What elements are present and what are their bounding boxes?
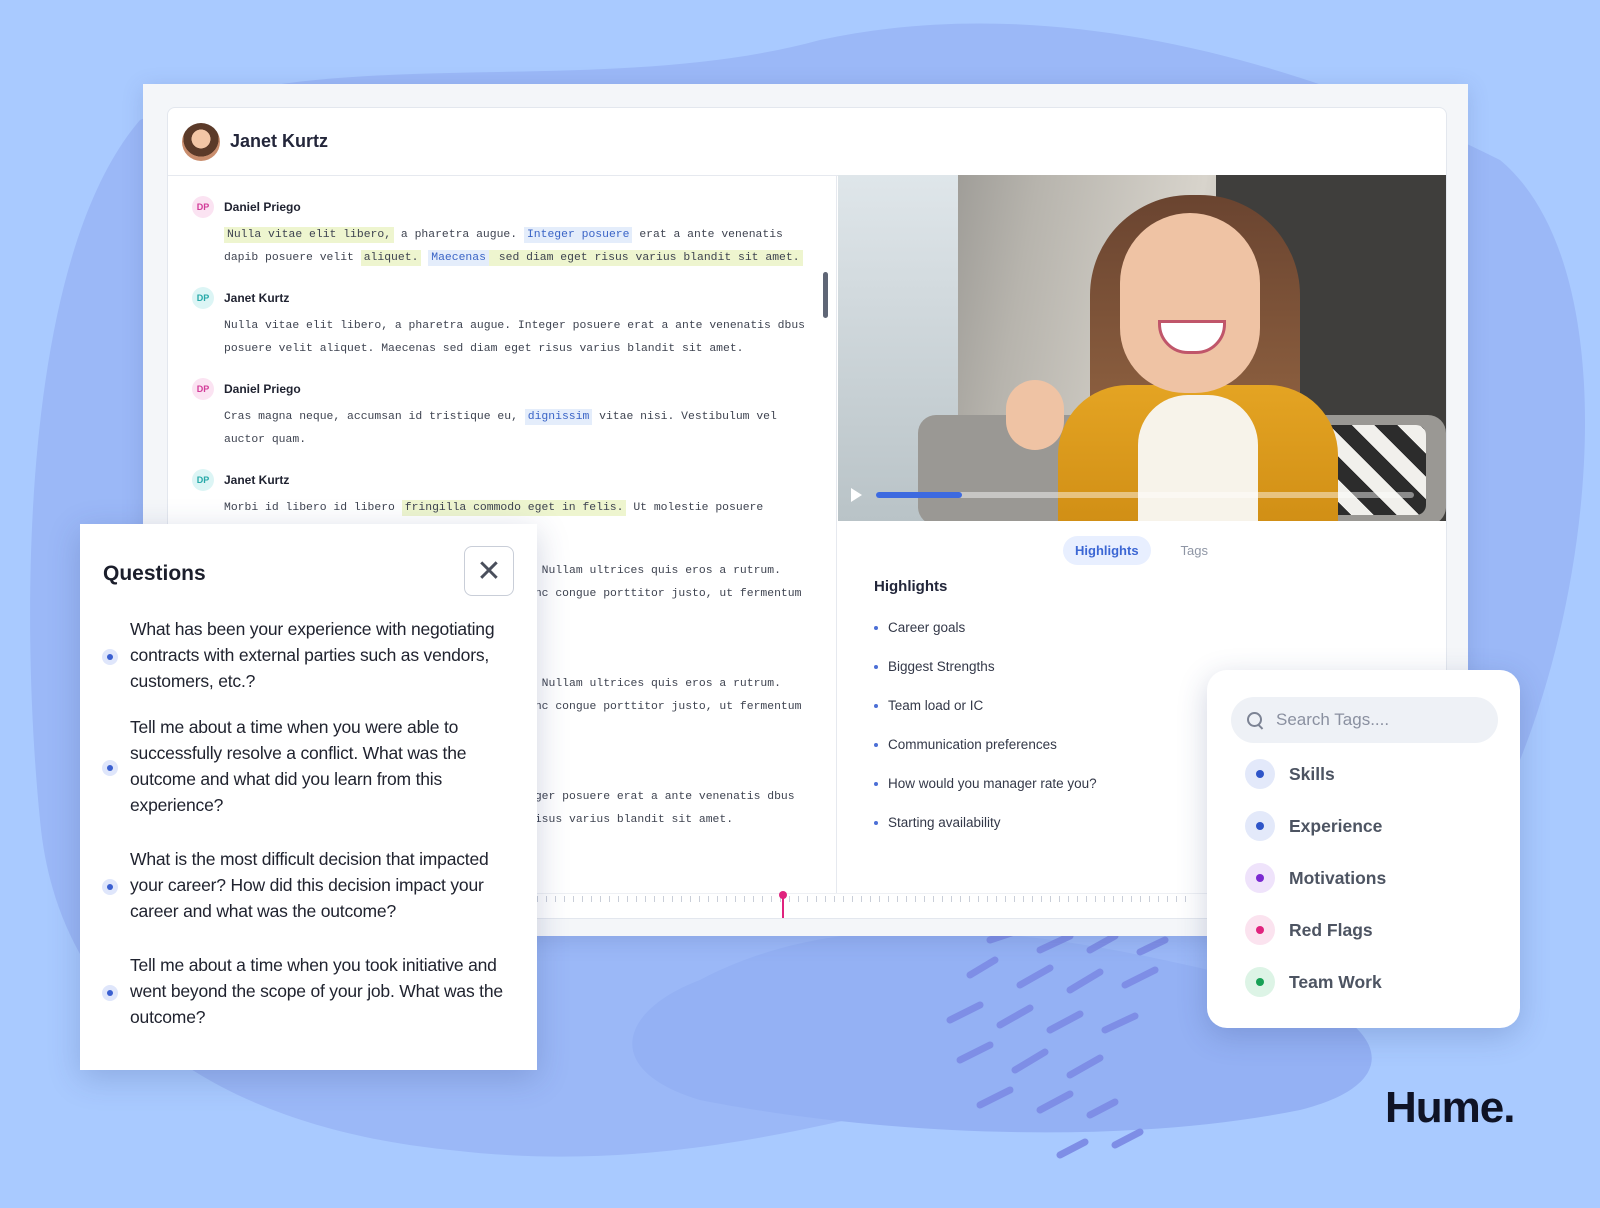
question-text: What has been your experience with negot… bbox=[130, 619, 495, 691]
tag-label: Red Flags bbox=[1289, 919, 1373, 940]
search-icon bbox=[1247, 711, 1263, 729]
highlight-item[interactable]: Starting availability bbox=[874, 803, 1097, 842]
question-bullet-icon bbox=[102, 879, 118, 895]
video-player[interactable] bbox=[838, 175, 1446, 521]
video-frame-face bbox=[1120, 213, 1260, 393]
video-progress-bar[interactable] bbox=[876, 492, 1414, 498]
speaker-row: DP Janet Kurtz bbox=[192, 469, 812, 491]
speaker-row: DP Janet Kurtz bbox=[192, 287, 812, 309]
question-bullet-icon bbox=[102, 649, 118, 665]
tag-label: Motivations bbox=[1289, 867, 1387, 888]
transcript-message: DP Daniel Priego Nulla vitae elit libero… bbox=[192, 196, 812, 270]
video-frame-hand bbox=[1006, 380, 1064, 450]
highlight-item[interactable]: Biggest Strengths bbox=[874, 647, 1097, 686]
questions-title: Questions bbox=[103, 562, 206, 585]
speaker-name: Daniel Priego bbox=[224, 200, 301, 214]
message-text: Nulla vitae elit libero, a pharetra augu… bbox=[224, 224, 812, 270]
candidate-name: Janet Kurtz bbox=[230, 131, 329, 151]
highlighted-phrase[interactable]: aliquet. bbox=[360, 250, 422, 266]
scrollbar-thumb[interactable] bbox=[823, 272, 828, 318]
highlight-item[interactable]: How would you manager rate you? bbox=[874, 764, 1097, 803]
tab-tags[interactable]: Tags bbox=[1169, 536, 1220, 565]
tag-team-work[interactable]: Team Work bbox=[1245, 967, 1382, 997]
speaker-initials: DP bbox=[192, 378, 214, 400]
question-text: What is the most difficult decision that… bbox=[130, 849, 489, 921]
tag-label: Experience bbox=[1289, 815, 1383, 836]
transcript-line: risus varius blandit sit amet. bbox=[528, 814, 734, 826]
highlights-title: Highlights bbox=[874, 578, 948, 595]
transcript-message: DP Janet Kurtz Nulla vitae elit libero, … bbox=[192, 287, 812, 361]
speaker-name: Janet Kurtz bbox=[224, 291, 290, 305]
speaker-initials: DP bbox=[192, 196, 214, 218]
transcript-line: . Nullam ultrices quis eros a rutrum. bbox=[528, 678, 781, 690]
message-segment: a pharetra augue. bbox=[394, 229, 524, 241]
highlight-item[interactable]: Communication preferences bbox=[874, 725, 1097, 764]
question-text: Tell me about a time when you were able … bbox=[130, 717, 467, 815]
highlighted-phrase[interactable]: sed diam eget risus varius blandit sit a… bbox=[488, 250, 803, 266]
highlighted-phrase[interactable]: dignissim bbox=[524, 409, 593, 425]
timeline-ticks bbox=[528, 896, 1188, 902]
search-bar bbox=[1231, 697, 1498, 743]
highlighted-phrase[interactable]: Nulla vitae elit libero, bbox=[224, 227, 395, 243]
highlighted-phrase[interactable]: fringilla commodo eget in felis. bbox=[401, 500, 627, 516]
transcript-line: . Nullam ultrices quis eros a rutrum. bbox=[528, 565, 781, 577]
video-frame-shirt bbox=[1138, 395, 1258, 521]
brand-logo: Hume. bbox=[1385, 1083, 1515, 1132]
panel-tabs: Highlights Tags bbox=[1063, 536, 1220, 565]
question-bullet-icon bbox=[102, 985, 118, 1001]
message-text: Nulla vitae elit libero, a pharetra augu… bbox=[224, 315, 812, 361]
speaker-row: DP Daniel Priego bbox=[192, 196, 812, 218]
message-segment: Morbi id libero id libero bbox=[224, 502, 402, 514]
question-text: Tell me about a time when you took initi… bbox=[130, 955, 503, 1027]
play-icon[interactable] bbox=[851, 488, 862, 502]
speaker-name: Janet Kurtz bbox=[224, 473, 290, 487]
decorative-strokes bbox=[946, 930, 1169, 1159]
message-text: Cras magna neque, accumsan id tristique … bbox=[224, 406, 812, 452]
highlighted-phrase[interactable]: Integer posuere bbox=[523, 227, 633, 243]
tag-dot-icon bbox=[1245, 915, 1275, 945]
header: Janet Kurtz bbox=[168, 108, 1446, 176]
tag-skills[interactable]: Skills bbox=[1245, 759, 1335, 789]
video-progress-fill bbox=[876, 492, 963, 498]
tab-highlights[interactable]: Highlights bbox=[1063, 536, 1151, 565]
transcript-line: unc congue porttitor justo, ut fermentum bbox=[528, 588, 802, 600]
tag-dot-icon bbox=[1245, 967, 1275, 997]
highlights-list: Career goals Biggest Strengths Team load… bbox=[874, 608, 1097, 842]
tag-experience[interactable]: Experience bbox=[1245, 811, 1382, 841]
transcript-message: DP Daniel Priego Cras magna neque, accum… bbox=[192, 378, 812, 452]
speaker-row: DP Daniel Priego bbox=[192, 378, 812, 400]
speaker-name: Daniel Priego bbox=[224, 382, 301, 396]
tags-panel: Skills Experience Motivations Red Flags … bbox=[1207, 670, 1520, 1028]
message-segment: Nulla vitae elit libero, a pharetra augu… bbox=[224, 320, 806, 355]
avatar[interactable] bbox=[182, 122, 220, 161]
tag-dot-icon bbox=[1245, 759, 1275, 789]
highlighted-phrase[interactable]: Maecenas bbox=[428, 250, 489, 266]
tag-red-flags[interactable]: Red Flags bbox=[1245, 915, 1373, 945]
highlight-item[interactable]: Career goals bbox=[874, 608, 1097, 647]
questions-panel: Questions ✕ What has been your experienc… bbox=[80, 524, 537, 1070]
tag-dot-icon bbox=[1245, 811, 1275, 841]
highlight-item[interactable]: Team load or IC bbox=[874, 686, 1097, 725]
speaker-initials: DP bbox=[192, 469, 214, 491]
message-segment: Cras magna neque, accumsan id tristique … bbox=[224, 411, 525, 423]
tag-label: Skills bbox=[1289, 763, 1335, 784]
search-tags-input[interactable] bbox=[1274, 709, 1498, 731]
close-icon[interactable]: ✕ bbox=[464, 546, 514, 596]
transcript-line: eger posuere erat a ante venenatis dbus bbox=[528, 791, 795, 803]
tag-motivations[interactable]: Motivations bbox=[1245, 863, 1386, 893]
question-bullet-icon bbox=[102, 760, 118, 776]
playhead-handle[interactable] bbox=[779, 891, 787, 899]
transcript-line: unc congue porttitor justo, ut fermentum bbox=[528, 701, 802, 713]
tag-label: Team Work bbox=[1289, 971, 1382, 992]
tag-dot-icon bbox=[1245, 863, 1275, 893]
speaker-initials: DP bbox=[192, 287, 214, 309]
